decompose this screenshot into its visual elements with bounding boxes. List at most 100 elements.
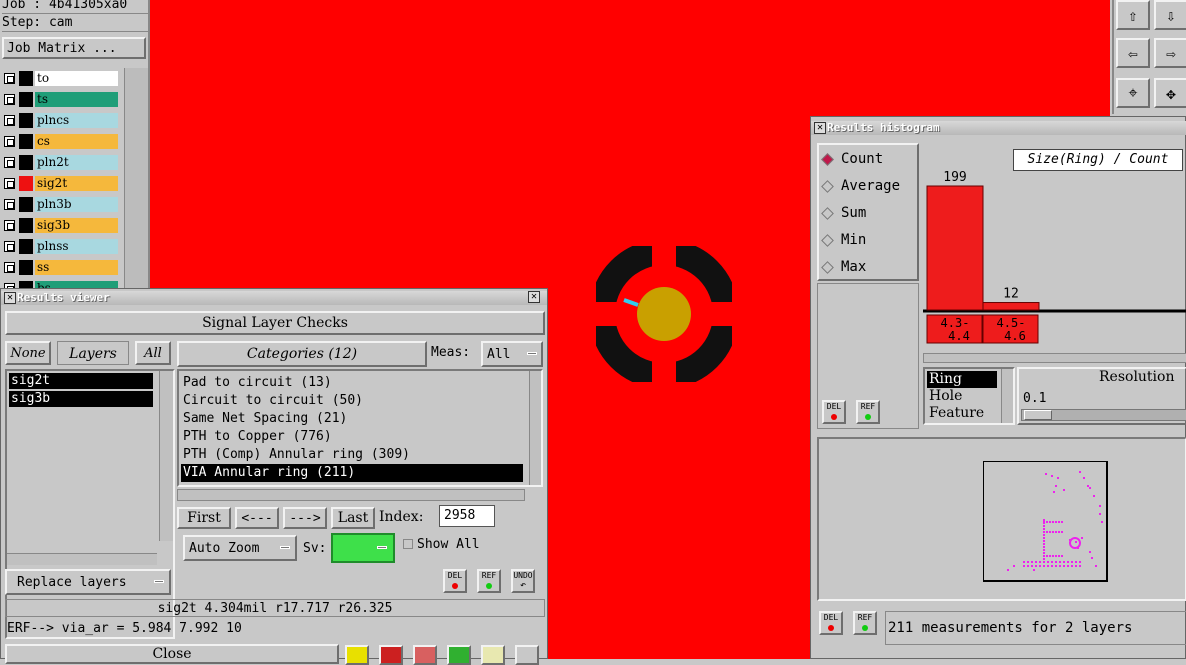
layer-name[interactable]: plnss	[35, 239, 118, 254]
layer-minimap-panel[interactable]	[817, 437, 1186, 601]
layer-name[interactable]: pln2t	[35, 155, 118, 170]
index-input[interactable]: 2958	[439, 505, 495, 527]
layers-none-button[interactable]: None	[5, 341, 51, 365]
layer-row-pln3b[interactable]: pln3b	[0, 196, 120, 213]
close-button[interactable]: Close	[5, 644, 339, 664]
layer-row-ss[interactable]: ss	[0, 259, 120, 276]
layer-selection-item[interactable]: sig2t	[9, 373, 153, 389]
show-all-checkbox[interactable]	[403, 539, 413, 549]
prev-button[interactable]: <---	[235, 507, 279, 529]
zoom-fit-icon[interactable]: ⌖	[1116, 78, 1150, 108]
zoom-mode-dropdown[interactable]: Auto Zoom	[183, 535, 297, 561]
categories-hscroll[interactable]	[177, 489, 525, 501]
attribute-vscroll[interactable]	[1001, 369, 1013, 423]
results-viewer-title[interactable]: Results viewer	[1, 291, 547, 305]
mode-radio-max[interactable]: Max	[819, 257, 917, 279]
numeric-icon[interactable]	[447, 645, 471, 665]
radio-indicator[interactable]	[821, 207, 834, 220]
slider-thumb[interactable]	[1024, 410, 1052, 420]
layer-name[interactable]: sig3b	[35, 218, 118, 233]
window-menu-icon[interactable]: ✕	[4, 292, 16, 304]
attribute-item[interactable]: Hole	[927, 388, 997, 405]
sv-color-dropdown[interactable]	[331, 533, 395, 563]
category-item[interactable]: Circuit to circuit (50)	[181, 392, 523, 410]
layer-row-sig3b[interactable]: sig3b	[0, 217, 120, 234]
layer-checkbox[interactable]	[4, 73, 15, 84]
minimap[interactable]	[983, 461, 1109, 583]
categories-header-button[interactable]: Categories (12)	[177, 341, 427, 367]
layer-name[interactable]: ts	[35, 92, 118, 107]
radio-indicator[interactable]	[821, 234, 834, 247]
layer-name[interactable]: sig2t	[35, 176, 118, 191]
layers-all-button[interactable]: All	[135, 341, 171, 365]
highlight-icon[interactable]	[345, 645, 369, 665]
via-pad-graphic[interactable]	[596, 246, 732, 382]
pan-down-icon[interactable]: ⇩	[1154, 0, 1186, 30]
histogram-delete-button[interactable]: DEL	[822, 400, 846, 424]
delete-red-icon[interactable]	[379, 645, 403, 665]
pan-up-icon[interactable]: ⇧	[1116, 0, 1150, 30]
layer-swatch[interactable]	[19, 197, 33, 212]
first-button[interactable]: First	[177, 507, 231, 529]
meas-dropdown[interactable]: All	[481, 341, 543, 367]
histogram-hscroll[interactable]	[923, 353, 1186, 363]
category-item[interactable]: PTH (Comp) Annular ring (309)	[181, 446, 523, 464]
layer-row-sig2t[interactable]: sig2t	[0, 175, 120, 192]
layer-swatch[interactable]	[19, 239, 33, 254]
layer-row-plnss[interactable]: plnss	[0, 238, 120, 255]
attribute-item[interactable]: Ring	[927, 371, 997, 388]
layers-vscroll[interactable]	[159, 371, 173, 541]
layer-row-cs[interactable]: cs	[0, 133, 120, 150]
layer-swatch[interactable]	[19, 71, 33, 86]
category-item[interactable]: Pad to circuit (13)	[181, 374, 523, 392]
histogram-title[interactable]: Results histogram	[811, 121, 1186, 135]
category-list[interactable]: Pad to circuit (13) Circuit to circuit (5…	[181, 374, 523, 482]
pan-right-icon[interactable]: ⇨	[1154, 38, 1186, 68]
category-item[interactable]: Same Net Spacing (21)	[181, 410, 523, 428]
histogram-plot-area[interactable]: Size(Ring) / Count 199 4.3- 4.4 12 4.5- 4.6	[923, 145, 1186, 355]
layer-row-plncs[interactable]: plncs	[0, 112, 120, 129]
radio-indicator[interactable]	[821, 153, 834, 166]
category-item[interactable]: VIA Annular ring (211)	[181, 464, 523, 482]
layer-swatch[interactable]	[19, 92, 33, 107]
mode-radio-average[interactable]: Average	[819, 176, 917, 198]
layer-name[interactable]: pln3b	[35, 197, 118, 212]
job-matrix-button[interactable]: Job Matrix ...	[2, 37, 146, 59]
layer-swatch[interactable]	[19, 176, 33, 191]
layer-checkbox[interactable]	[4, 178, 15, 189]
layer-checkbox[interactable]	[4, 157, 15, 168]
layer-name[interactable]: cs	[35, 134, 118, 149]
histogram-reference-button[interactable]: REF	[856, 400, 880, 424]
attribute-item[interactable]: Feature	[927, 405, 997, 422]
replace-layers-dropdown[interactable]: Replace layers	[5, 569, 171, 595]
layer-checkbox[interactable]	[4, 262, 15, 273]
pan-left-icon[interactable]: ⇦	[1116, 38, 1150, 68]
attribute-list[interactable]: Ring Hole Feature	[927, 371, 997, 422]
report-icon[interactable]	[481, 645, 505, 665]
layer-checkbox[interactable]	[4, 199, 15, 210]
layer-checkbox[interactable]	[4, 136, 15, 147]
resolution-slider[interactable]	[1021, 409, 1186, 421]
chart-icon[interactable]	[515, 645, 539, 665]
mode-radio-sum[interactable]: Sum	[819, 203, 917, 225]
layer-swatch[interactable]	[19, 155, 33, 170]
radio-indicator[interactable]	[821, 180, 834, 193]
layer-row-ts[interactable]: ts	[0, 91, 120, 108]
remove-icon[interactable]	[413, 645, 437, 665]
layer-swatch[interactable]	[19, 218, 33, 233]
layer-checkbox[interactable]	[4, 115, 15, 126]
mode-radio-min[interactable]: Min	[819, 230, 917, 252]
mode-radio-count[interactable]: Count	[819, 149, 917, 171]
categories-listbox[interactable]: Pad to circuit (13) Circuit to circuit (5…	[177, 369, 543, 487]
histogram-bars[interactable]: 199 4.3-4.4 12 4.5-4.6	[923, 145, 1186, 355]
layer-list-scrollbar[interactable]	[124, 68, 148, 288]
layer-row-pln2t[interactable]: pln2t	[0, 154, 120, 171]
summary-reference-button[interactable]: REF	[853, 611, 877, 635]
layer-swatch[interactable]	[19, 260, 33, 275]
next-button[interactable]: --->	[283, 507, 327, 529]
last-button[interactable]: Last	[331, 507, 375, 529]
layers-hscroll[interactable]	[7, 553, 157, 565]
layer-checkbox[interactable]	[4, 241, 15, 252]
radio-indicator[interactable]	[821, 261, 834, 274]
layer-swatch[interactable]	[19, 134, 33, 149]
